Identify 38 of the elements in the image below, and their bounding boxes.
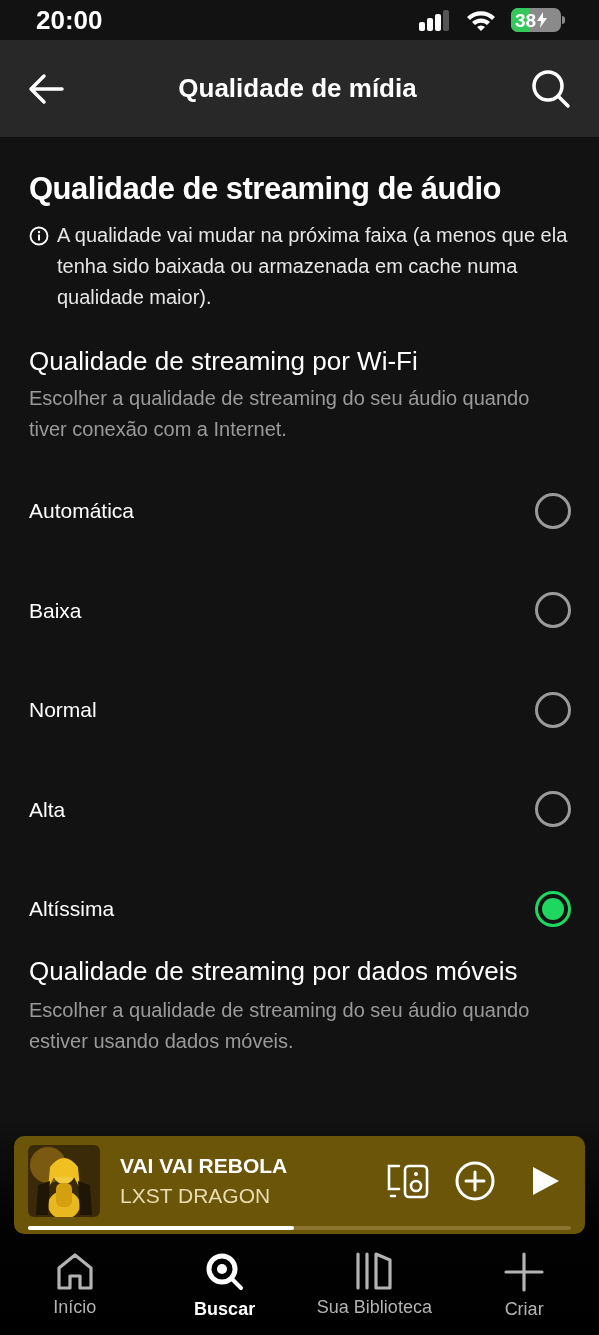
radio-button[interactable] xyxy=(535,791,571,828)
search-icon xyxy=(204,1252,245,1292)
subsection-heading: Qualidade de streaming por Wi-Fi xyxy=(29,345,419,378)
option-label: Alta xyxy=(29,796,66,823)
wifi-icon xyxy=(465,8,497,32)
nav-tab[interactable]: Início xyxy=(0,1252,150,1335)
battery-icon: 38 xyxy=(511,8,561,32)
track-title: VAI VAI REBOLA xyxy=(120,1153,289,1179)
info-text: A qualidade vai mudar na próxima faixa (a menos que ela tenha sido baixada ou armazenada em cache numa qualidade maior). xyxy=(57,223,569,310)
page-title: Qualidade de mídia xyxy=(178,72,417,105)
subsection-heading: Qualidade de streaming por dados móveis xyxy=(29,954,519,988)
plus-icon xyxy=(504,1252,545,1292)
radio-button[interactable] xyxy=(535,592,571,629)
nav-tab[interactable]: Buscar xyxy=(149,1252,300,1335)
play-icon[interactable] xyxy=(531,1165,561,1197)
search-icon[interactable] xyxy=(531,68,571,109)
devices-icon[interactable] xyxy=(385,1163,429,1199)
radio-button[interactable] xyxy=(535,492,571,529)
info-icon xyxy=(29,226,49,246)
option-label: Altíssima xyxy=(29,896,115,922)
subsection-description: Escolher a qualidade de streaming do seu áudio quando tiver conexão com a Internet. xyxy=(29,386,531,442)
library-icon xyxy=(354,1252,395,1290)
nav-tab[interactable]: Criar xyxy=(449,1252,599,1335)
radio-button[interactable] xyxy=(535,691,571,728)
nav-tab[interactable]: Sua Biblioteca xyxy=(299,1252,450,1335)
section-heading: Qualidade de streaming de áudio xyxy=(29,170,502,208)
option-label: Automática xyxy=(29,498,135,524)
option-label: Baixa xyxy=(29,597,82,624)
back-arrow-icon[interactable] xyxy=(28,72,64,105)
mini-player[interactable]: VAI VAI REBOLA LXST DRAGON xyxy=(14,1136,585,1234)
status-time: 20:00 xyxy=(36,3,103,37)
signal-icon xyxy=(419,9,451,31)
radio-button[interactable] xyxy=(535,890,571,927)
add-icon[interactable] xyxy=(455,1161,495,1201)
option-label: Normal xyxy=(29,697,97,723)
subsection-description: Escolher a qualidade de streaming do seu áudio quando estiver usando dados móveis. xyxy=(29,997,531,1054)
track-artist: LXST DRAGON xyxy=(120,1183,272,1209)
home-icon xyxy=(54,1252,95,1290)
